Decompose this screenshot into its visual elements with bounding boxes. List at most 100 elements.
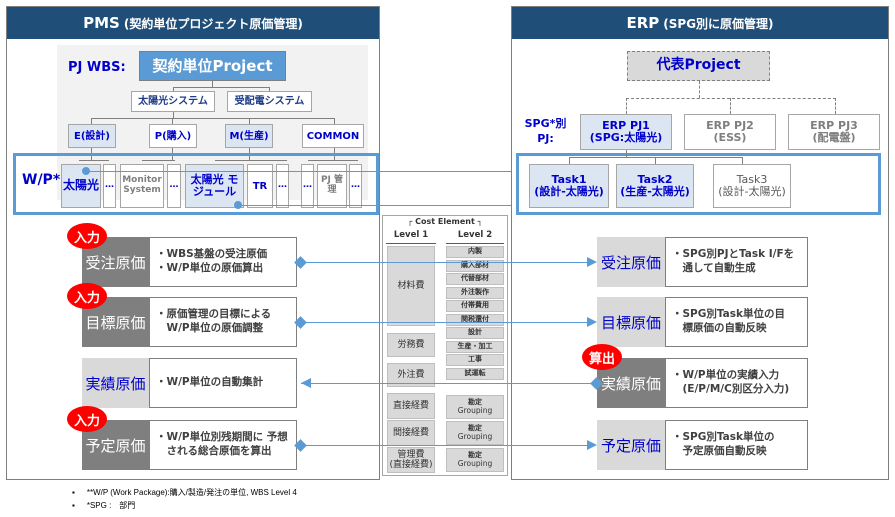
representative-project-box[interactable]: 代表Project (627, 51, 770, 81)
cost-element-level2-item: 外注製作 (446, 286, 504, 299)
wp-to-task1-line (86, 171, 526, 172)
cost-element-level1-item: 管理費 (直接経費) (387, 447, 435, 473)
grouping-line2: Grouping (457, 405, 493, 415)
cost-element-level2-item: 関税還付 (446, 313, 504, 326)
cost-flow-line (301, 322, 593, 323)
cost-element-level1-item: 材料費 (387, 246, 435, 326)
cost-element-level2-item: 付帯費用 (446, 300, 504, 312)
erp-cost-description: ・SPG別Task単位の目 標原価の自動反映 (665, 297, 808, 347)
footnote-spg-text: *SPG : 部門 (86, 501, 136, 510)
cost-element-level2-item: 代替部材 (446, 273, 504, 285)
divider (446, 243, 504, 244)
level2-header: Level 2 (457, 230, 493, 240)
pms-input-badge: 入力 (67, 283, 107, 309)
cost-description-line: ・原価管理の目標による (156, 308, 272, 321)
system-box-solar[interactable]: 太陽光システム (131, 91, 215, 112)
pms-input-badge: 入力 (67, 406, 107, 432)
cost-description-line: ・SPG別Task単位の目 (672, 308, 786, 321)
cost-flow-line (301, 262, 593, 263)
footnote-spg: ▪ *SPG : 部門 (72, 500, 135, 511)
connector (699, 81, 700, 98)
connector (91, 118, 335, 119)
system-box-power[interactable]: 受配電システム (227, 91, 312, 112)
connector (569, 157, 743, 158)
category-box-p[interactable]: P(購入) (149, 124, 197, 148)
pj-wbs-label: PJ WBS: (68, 60, 126, 75)
divider (386, 243, 436, 244)
pms-cost-description: ・W/P単位別残期間に 予想 される総合原価を算出 (149, 420, 297, 470)
category-box-e[interactable]: E(設計) (68, 124, 116, 148)
cost-flow-line (301, 445, 593, 446)
cost-description-line: ・SPG別Task単位の (672, 431, 775, 444)
pms-input-badge: 入力 (67, 223, 107, 249)
arrow-head-icon (587, 317, 597, 327)
footnote-wp-text: **W/P (Work Package):購入/製造/発注の単位, WBS Le… (86, 488, 297, 497)
bullet: ▪ (72, 488, 75, 497)
cost-description-line: される総合原価を算出 (156, 445, 272, 457)
erp-cost-description: ・SPG別Task単位の 予定原価自動反映 (665, 420, 808, 470)
erp-pj2-box[interactable]: ERP PJ2 (ESS) (684, 114, 776, 150)
erp-pj1-spg: (SPG:太陽光) (589, 131, 663, 144)
task1-box[interactable]: Task1 (設計-太陽光) (529, 164, 609, 208)
cost-element-title: ┌ Cost Element ┐ (407, 217, 483, 226)
pms-cost-description: ・WBS基盤の受注原価 ・W/P単位の原価算出 (149, 237, 297, 287)
erp-input-badge: 算出 (582, 344, 622, 370)
erp-cost-description: ・W/P単位の実績入力 (E/P/M/C別区分入力) (665, 358, 808, 408)
erp-pj3-box[interactable]: ERP PJ3 (配電盤) (788, 114, 880, 150)
pms-cost-description: ・原価管理の目標による W/P単位の原価調整 (149, 297, 297, 347)
erp-cost-label: 予定原価 (597, 420, 665, 470)
cost-element-level1-item: 直接経費 (387, 393, 435, 419)
cost-element-level2-item: 内製 (446, 246, 504, 258)
cost-element-grouping-item: 勘定 Grouping (446, 395, 504, 419)
cost-description-line: ・W/P単位別残期間に 予想 (156, 431, 288, 444)
cost-description-line: 通して自動生成 (672, 262, 756, 274)
connector (835, 98, 836, 114)
cost-description-line: (E/P/M/C別区分入力) (672, 383, 790, 395)
erp-title: ERP (626, 14, 660, 32)
connector (730, 98, 731, 114)
connector (626, 98, 836, 99)
cost-element-grouping-item: 勘定 Grouping (446, 448, 504, 472)
cost-description-line: ・SPG別PJとTask I/Fを (672, 248, 795, 261)
arrow-head-icon (587, 257, 597, 267)
wp-label: W/P* (22, 172, 61, 188)
cost-element-level2-item: 試運転 (446, 367, 504, 380)
category-box-common[interactable]: COMMON (302, 124, 364, 148)
contract-project-box[interactable]: 契約単位Project (139, 51, 286, 81)
erp-cost-label: 目標原価 (597, 297, 665, 347)
cost-description-line: ・WBS基盤の受注原価 (156, 248, 268, 261)
connector (626, 150, 627, 157)
cost-description-line: 標原価の自動反映 (672, 322, 767, 334)
task3-desc: (設計-太陽光) (718, 185, 786, 198)
level1-header: Level 1 (393, 230, 429, 240)
task1-desc: (設計-太陽光) (534, 185, 604, 198)
spg-pj-label-line1: SPG*別 (524, 117, 567, 130)
cost-element-level1-item: 労務費 (387, 333, 435, 357)
connector (742, 157, 743, 164)
spg-pj-label: SPG*別 PJ: (518, 117, 573, 147)
erp-subtitle: (SPG別に原価管理) (663, 16, 774, 31)
spg-pj-label-line2: PJ: (537, 131, 554, 145)
erp-pj1-box[interactable]: ERP PJ1 (SPG:太陽光) (580, 114, 672, 150)
cost-flow-line (301, 383, 593, 384)
cost-description-line: W/P単位の原価調整 (156, 322, 264, 334)
cost-description-line: 予定原価自動反映 (672, 445, 767, 457)
cost-description-line: ・W/P単位の自動集計 (156, 376, 264, 389)
pms-cost-label: 実績原価 (82, 358, 149, 408)
task2-box[interactable]: Task2 (生産-太陽光) (616, 164, 694, 208)
pms-subtitle: (契約単位プロジェクト原価管理) (123, 16, 303, 31)
arrow-head-icon (587, 440, 597, 450)
category-box-m[interactable]: M(生産) (225, 124, 273, 148)
grouping-line2: Grouping (457, 431, 493, 441)
task3-box[interactable]: Task3 (設計-太陽光) (713, 164, 791, 208)
pms-header: PMS (契約単位プロジェクト原価管理) (7, 7, 379, 39)
erp-cost-description: ・SPG別PJとTask I/Fを 通して自動生成 (665, 237, 808, 287)
cost-description-line: ・W/P単位の実績入力 (672, 369, 780, 382)
erp-pj2-spg: (ESS) (713, 131, 747, 144)
erp-cost-label: 受注原価 (597, 237, 665, 287)
cost-element-grouping-item: 勘定 Grouping (446, 421, 504, 445)
cost-element-level2-item: 工事 (446, 354, 504, 366)
connector (173, 87, 270, 88)
pms-cost-description: ・W/P単位の自動集計 (149, 358, 297, 408)
footnote-wp: ▪ **W/P (Work Package):購入/製造/発注の単位, WBS L… (72, 487, 297, 498)
